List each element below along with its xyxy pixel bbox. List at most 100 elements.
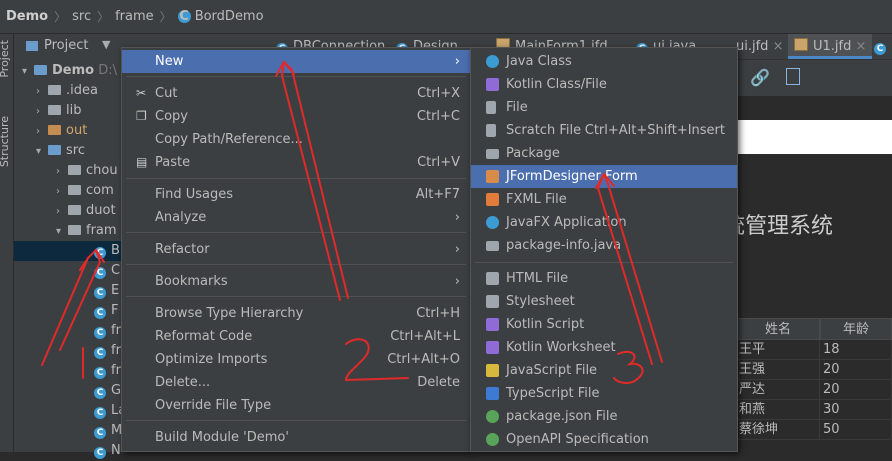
menu-item-optimize-imports[interactable]: Optimize Imports Ctrl+Alt+O bbox=[122, 348, 470, 371]
typescript-icon bbox=[486, 387, 499, 400]
menu-item-bookmarks[interactable]: Bookmarks › bbox=[122, 270, 470, 293]
chevron-right-icon[interactable]: › bbox=[56, 182, 68, 202]
tree-node-class[interactable]: CG bbox=[94, 381, 121, 401]
chevron-right-icon[interactable]: › bbox=[36, 82, 48, 102]
menu-item-analyze[interactable]: Analyze › bbox=[122, 206, 470, 229]
kotlin-icon bbox=[486, 78, 499, 91]
menu-item-override-file-type[interactable]: Override File Type bbox=[122, 394, 470, 417]
tree-node-chou[interactable]: › chou bbox=[56, 161, 118, 181]
form-preview-panel bbox=[736, 120, 892, 154]
table-cell: 蔡徐坤 bbox=[736, 420, 820, 440]
menu-item-build-module[interactable]: Build Module 'Demo' bbox=[122, 426, 470, 449]
tree-node-borddemo[interactable]: CB bbox=[14, 241, 122, 261]
chevron-right-icon[interactable]: › bbox=[56, 162, 68, 182]
breadcrumb-separator: 〉 bbox=[97, 10, 110, 24]
submenu-item-kotlin-script[interactable]: Kotlin Script bbox=[471, 313, 737, 336]
javascript-icon bbox=[486, 364, 499, 377]
tree-node-src[interactable]: ▾ src bbox=[36, 141, 85, 161]
submenu-item-kotlin-worksheet[interactable]: Kotlin Worksheet bbox=[471, 336, 737, 359]
table-cell: 20 bbox=[820, 380, 892, 400]
tab-u1-jfd[interactable]: U1.jfd × bbox=[788, 34, 873, 59]
close-icon[interactable]: × bbox=[856, 39, 867, 54]
table-cell: 20 bbox=[820, 360, 892, 380]
submenu-item-package[interactable]: Package bbox=[471, 142, 737, 165]
tree-node-class[interactable]: CN bbox=[94, 441, 121, 461]
tree-node-class[interactable]: Cfr bbox=[94, 341, 121, 361]
java-class-icon: C bbox=[94, 347, 106, 359]
project-panel-title[interactable]: Project bbox=[44, 38, 88, 53]
breadcrumb-item-borddemo[interactable]: BordDemo bbox=[195, 9, 264, 24]
submenu-item-javafx-application[interactable]: JavaFX Application bbox=[471, 211, 737, 234]
link-icon[interactable]: 🔗 bbox=[750, 68, 770, 87]
tree-node-duot[interactable]: › duot bbox=[56, 201, 116, 221]
chevron-right-icon[interactable]: › bbox=[36, 122, 48, 142]
submenu-item-openapi-specification[interactable]: OpenAPI Specification bbox=[471, 428, 737, 451]
chevron-down-icon[interactable]: ▼ bbox=[102, 38, 110, 51]
tree-node-class[interactable]: CF bbox=[94, 301, 118, 321]
menu-item-paste[interactable]: ▤ Paste Ctrl+V bbox=[122, 151, 470, 174]
stylesheet-icon bbox=[486, 295, 499, 308]
tab-ui-jfd[interactable]: ui.jfd × bbox=[736, 34, 783, 59]
tree-node-out[interactable]: › out bbox=[36, 121, 87, 141]
submenu-item-fxml-file[interactable]: FXML File bbox=[471, 188, 737, 211]
breadcrumb-item-frame[interactable]: frame bbox=[115, 9, 154, 24]
tab-overflow[interactable]: C bbox=[874, 34, 891, 59]
menu-item-copy-path[interactable]: Copy Path/Reference... bbox=[122, 128, 470, 151]
chevron-down-icon[interactable]: ▾ bbox=[36, 142, 48, 162]
close-icon[interactable]: × bbox=[773, 39, 784, 54]
submenu-item-package-json[interactable]: package.json File bbox=[471, 405, 737, 428]
breadcrumb-item-demo[interactable]: Demo bbox=[6, 9, 48, 24]
tree-node-class[interactable]: CM bbox=[94, 421, 122, 441]
document-icon[interactable] bbox=[786, 68, 800, 85]
chevron-down-icon[interactable]: ▾ bbox=[22, 62, 34, 82]
submenu-item-package-info[interactable]: package-info.java bbox=[471, 234, 737, 257]
menu-item-find-usages[interactable]: Find Usages Alt+F7 bbox=[122, 183, 470, 206]
tree-node-demo[interactable]: ▾ Demo D:\ bbox=[22, 61, 117, 81]
chevron-down-icon[interactable]: ▾ bbox=[56, 222, 68, 242]
submenu-item-kotlin-class[interactable]: Kotlin Class/File bbox=[471, 73, 737, 96]
table-cell: 王平 bbox=[736, 340, 820, 360]
chevron-right-icon: › bbox=[454, 242, 460, 257]
breadcrumb-separator: 〉 bbox=[159, 10, 172, 24]
submenu-item-stylesheet[interactable]: Stylesheet bbox=[471, 290, 737, 313]
menu-item-reformat-code[interactable]: Reformat Code Ctrl+Alt+L bbox=[122, 325, 470, 348]
tool-window-strip: Project Structure bbox=[0, 34, 14, 452]
submenu-item-typescript-file[interactable]: TypeScript File bbox=[471, 382, 737, 405]
menu-separator bbox=[126, 420, 466, 421]
tree-node-fram[interactable]: ▾ fram bbox=[56, 221, 117, 241]
tree-node-class[interactable]: Cfr bbox=[94, 321, 121, 341]
package-json-icon bbox=[486, 410, 499, 423]
chevron-right-icon[interactable]: › bbox=[36, 102, 48, 122]
tree-node-com[interactable]: › com bbox=[56, 181, 114, 201]
menu-item-new[interactable]: New › bbox=[122, 50, 470, 73]
tree-node-class[interactable]: CC bbox=[94, 261, 120, 281]
java-class-icon: C bbox=[94, 307, 106, 319]
submenu-item-scratch-file[interactable]: Scratch File Ctrl+Alt+Shift+Insert bbox=[471, 119, 737, 142]
menu-item-refactor[interactable]: Refactor › bbox=[122, 238, 470, 261]
package-icon bbox=[68, 205, 81, 215]
submenu-item-jformdesigner-form[interactable]: JFormDesigner Form bbox=[471, 165, 737, 188]
submenu-item-file[interactable]: File bbox=[471, 96, 737, 119]
tool-window-structure[interactable]: Structure bbox=[0, 116, 11, 167]
tool-window-project[interactable]: Project bbox=[0, 40, 11, 78]
breadcrumb-item-src[interactable]: src bbox=[72, 9, 91, 24]
package-info-icon bbox=[486, 241, 499, 251]
tree-node-idea[interactable]: › .idea bbox=[36, 81, 98, 101]
jfd-file-icon bbox=[794, 38, 808, 51]
menu-item-delete[interactable]: Delete... Delete bbox=[122, 371, 470, 394]
menu-item-copy[interactable]: ❐ Copy Ctrl+C bbox=[122, 105, 470, 128]
tree-node-class[interactable]: CE bbox=[94, 281, 119, 301]
chevron-right-icon[interactable]: › bbox=[56, 202, 68, 222]
submenu-item-javascript-file[interactable]: JavaScript File bbox=[471, 359, 737, 382]
java-class-icon: C bbox=[94, 247, 106, 259]
menu-item-browse-type-hierarchy[interactable]: Browse Type Hierarchy Ctrl+H bbox=[122, 302, 470, 325]
table-cell: 30 bbox=[820, 400, 892, 420]
submenu-item-java-class[interactable]: Java Class bbox=[471, 50, 737, 73]
folder-icon bbox=[48, 105, 61, 115]
tree-node-class[interactable]: Cfr bbox=[94, 361, 121, 381]
tree-node-lib[interactable]: › lib bbox=[36, 101, 81, 121]
scissors-icon: ✂ bbox=[136, 86, 147, 100]
menu-item-cut[interactable]: ✂ Cut Ctrl+X bbox=[122, 82, 470, 105]
paste-icon: ▤ bbox=[136, 155, 148, 169]
submenu-item-html-file[interactable]: HTML File bbox=[471, 267, 737, 290]
